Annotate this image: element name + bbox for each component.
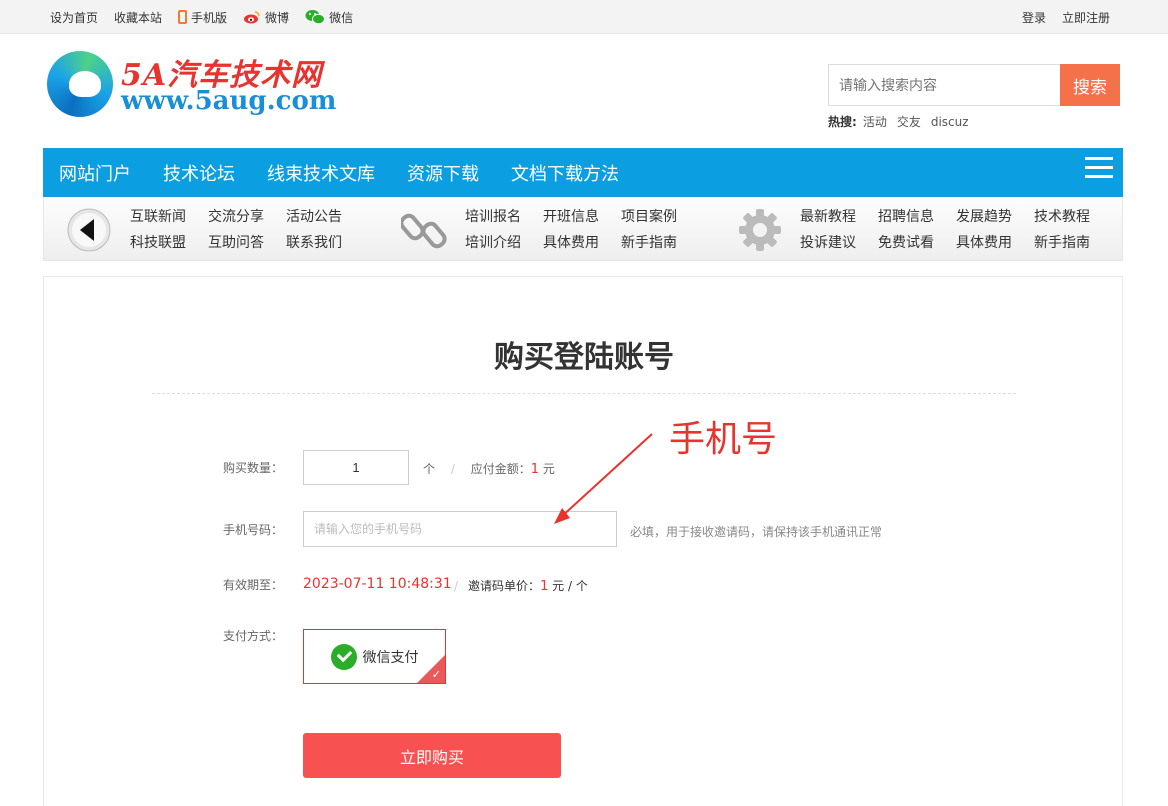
subnav-links: 互联新闻 交流分享 活动公告 科技联盟 互助问答 联系我们 [130,206,442,252]
divider [152,393,1016,394]
register-link[interactable]: 立即注册 [1062,9,1110,26]
annotation-text: 手机号 [669,419,778,460]
mobile-link[interactable]: 手机版 [178,9,227,26]
site-logo[interactable]: 5A汽车技术网 www.5aug.com [47,50,347,150]
top-bar: 设为首页 收藏本站 手机版 微博 微信 登录 立即注册 [0,0,1168,34]
unit-price-value: 1 [540,579,549,594]
phone-icon [178,10,188,24]
unit-price-row: / 邀请码单价：1 元 / 个 [454,579,588,594]
weibo-label: 微博 [265,10,290,25]
top-bar-right: 登录 立即注册 [1006,0,1110,34]
phone-label: 手机号码： [223,523,284,537]
set-home-link[interactable]: 设为首页 [50,9,98,26]
nav-item-library[interactable]: 线束技术文库 [251,160,391,186]
hot-search: 热搜: 活动 交友 discuz [828,113,979,130]
subnav-link[interactable]: 技术教程 [1034,206,1112,226]
wechat-pay-icon [330,643,357,670]
search-input[interactable] [828,64,1060,106]
subnav-link[interactable]: 项目案例 [621,206,699,226]
subnav-link[interactable]: 活动公告 [286,206,364,226]
page-title: 购买登陆账号 [494,341,674,374]
subnav-link[interactable]: 最新教程 [800,206,878,226]
subnav-link[interactable]: 投诉建议 [800,232,878,252]
favorite-link[interactable]: 收藏本站 [114,9,162,26]
subnav-link[interactable]: 具体费用 [956,232,1034,252]
unit-price-label: 邀请码单价： [468,579,541,593]
subnav-link[interactable]: 科技联盟 [130,232,208,252]
subnav-link[interactable]: 交流分享 [208,206,286,226]
top-bar-left: 设为首页 收藏本站 手机版 微博 微信 [50,0,369,34]
subnav-link[interactable]: 培训报名 [465,206,543,226]
wechat-label: 微信 [329,10,354,25]
phone-hint: 必填，用于接收邀请码，请保持该手机通讯正常 [630,525,883,539]
qty-unit: 个 [423,462,436,476]
annotation-arrow-icon [554,433,653,524]
subnav-link[interactable]: 开班信息 [543,206,621,226]
login-link[interactable]: 登录 [1022,9,1046,26]
subnav-link[interactable]: 新手指南 [621,232,699,252]
amount-label: 应付金额： [470,462,531,476]
subnav-link[interactable]: 联系我们 [286,232,364,252]
mobile-label: 手机版 [191,10,228,25]
expiry-label: 有效期至： [223,578,284,592]
wechat-link[interactable]: 微信 [305,9,353,26]
qty-unit-row: 个 / 应付金额：1 元 [423,462,555,477]
hot-search-label: 热搜: [828,115,857,129]
sub-nav: 互联新闻 交流分享 活动公告 科技联盟 互助问答 联系我们 培训报名 开班信息 … [43,197,1123,261]
subnav-link[interactable]: 具体费用 [543,232,621,252]
amount-value: 1 [530,462,540,477]
wechat-icon [305,10,326,25]
hot-term[interactable]: discuz [931,115,969,129]
buy-now-button[interactable]: 立即购买 [303,733,561,778]
purchase-panel: 购买登陆账号 购买数量： 个 / 应付金额：1 元 手机号码： 必填，用于接收邀… [43,276,1123,806]
pay-label: 支付方式： [223,629,284,643]
menu-icon[interactable] [1085,157,1113,187]
weibo-icon [244,11,260,24]
edge-logo-icon [47,51,113,117]
subnav-link[interactable]: 免费试看 [878,232,956,252]
subnav-link[interactable]: 互助问答 [208,232,286,252]
header: 5A汽车技术网 www.5aug.com 搜索 热搜: 活动交友 discuz [0,34,1168,148]
back-arrow-icon [67,208,111,252]
weibo-link[interactable]: 微博 [243,9,289,26]
nav-item-doc-method[interactable]: 文档下载方法 [495,160,635,186]
search-button[interactable]: 搜索 [1060,64,1120,106]
nav-item-portal[interactable]: 网站门户 [43,160,147,186]
subnav-links: 培训报名 开班信息 项目案例 培训介绍 具体费用 新手指南 [465,206,777,252]
subnav-link[interactable]: 培训介绍 [465,232,543,252]
link-chain-icon [401,213,447,249]
logo-url: www.5aug.com [121,86,337,116]
nav-item-forum[interactable]: 技术论坛 [147,160,251,186]
pay-option-label: 微信支付 [362,649,419,666]
hot-term[interactable]: 交友 [897,115,921,129]
subnav-link[interactable]: 招聘信息 [878,206,956,226]
subnav-link[interactable]: 发展趋势 [956,206,1034,226]
subnav-link[interactable]: 互联新闻 [130,206,208,226]
search-bar: 搜索 [828,64,1120,106]
quantity-input[interactable] [303,450,409,485]
gear-icon [739,209,781,251]
qty-label: 购买数量： [223,461,284,475]
subnav-links: 最新教程 招聘信息 发展趋势 技术教程 投诉建议 免费试看 具体费用 新手指南 [800,206,1112,252]
expiry-value: 2023-07-11 10:48:31 [303,576,452,592]
wechat-pay-option[interactable]: 微信支付 ✓ [303,629,446,684]
hot-term[interactable]: 活动 [863,115,887,129]
nav-item-downloads[interactable]: 资源下载 [391,160,495,186]
unit-price-unit: 元 / 个 [552,579,588,593]
main-nav: 网站门户 技术论坛 线束技术文库 资源下载 文档下载方法 [43,148,1123,197]
check-icon: ✓ [431,668,441,681]
subnav-link[interactable]: 新手指南 [1034,232,1112,252]
